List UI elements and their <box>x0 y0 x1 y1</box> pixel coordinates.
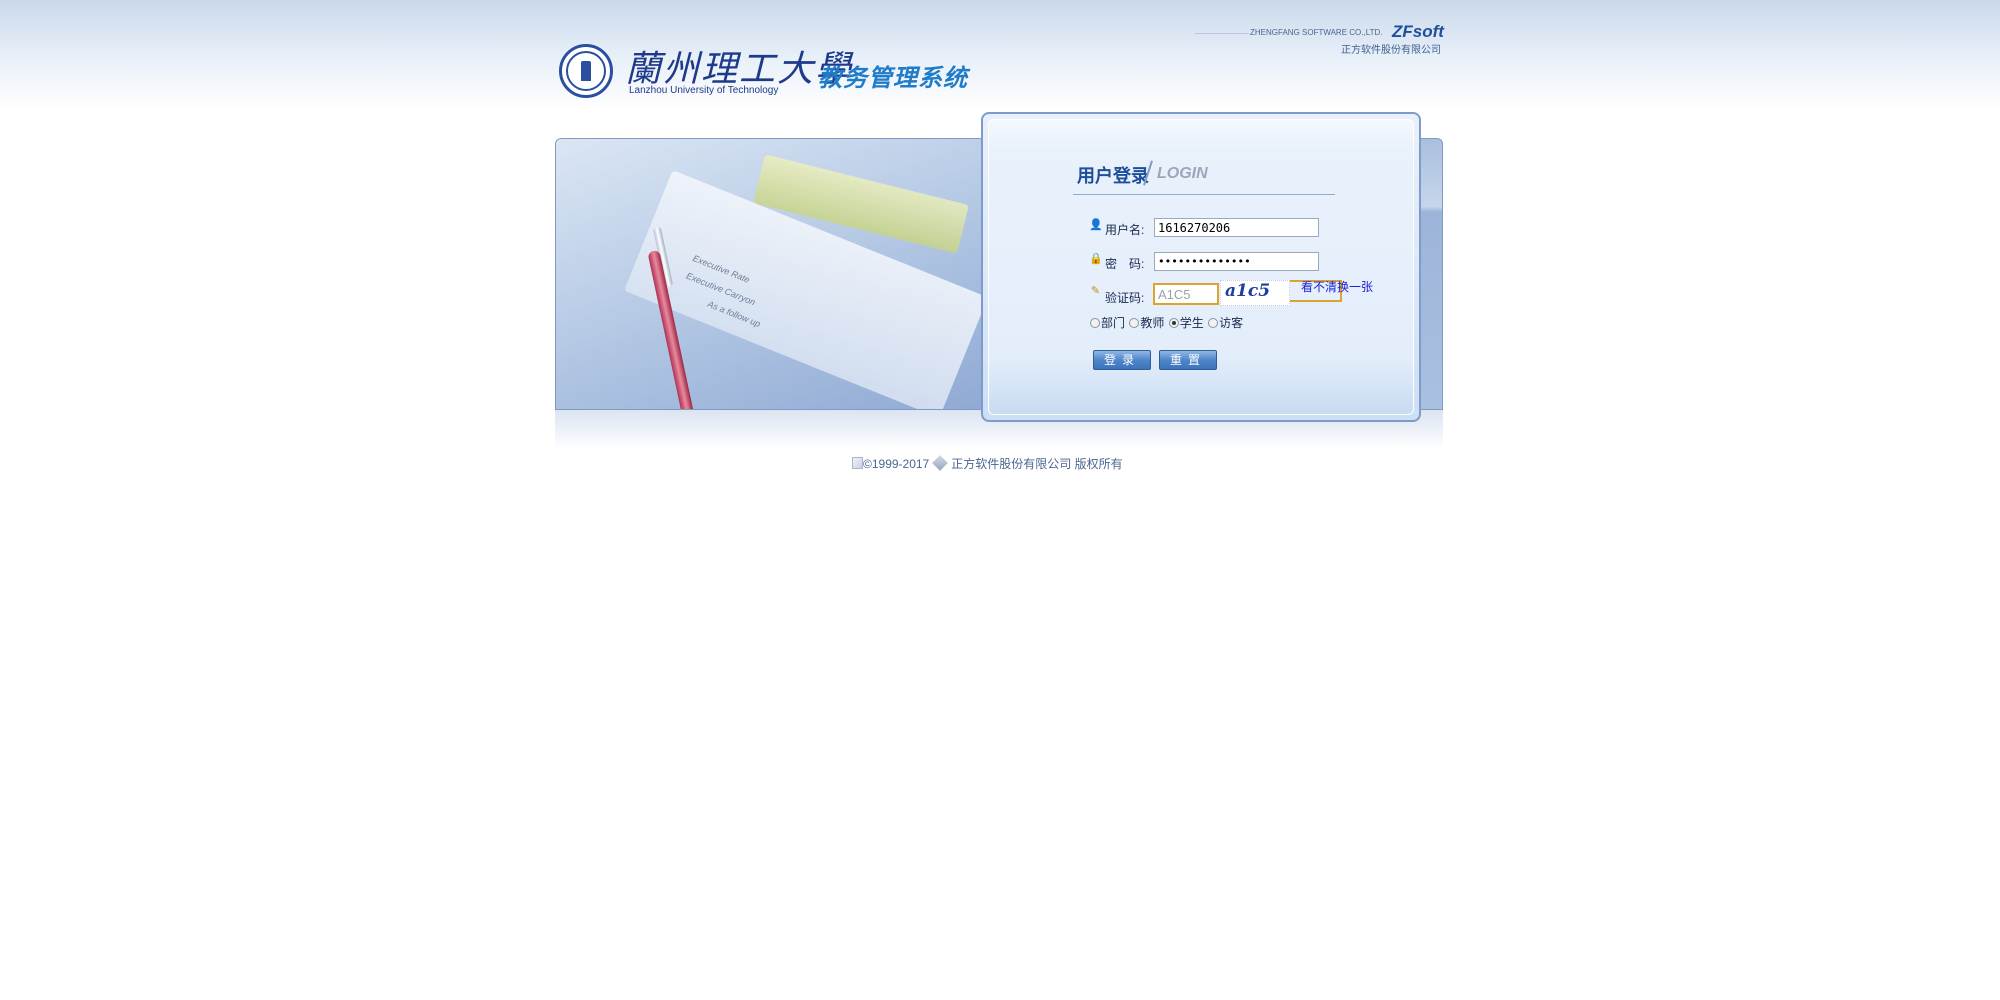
role-label: 部门 <box>1101 316 1126 330</box>
vendor-name-en: ZHENGFANG SOFTWARE CO.,LTD. <box>1250 28 1383 37</box>
radio-button[interactable] <box>1208 318 1219 328</box>
university-seal-logo <box>559 44 613 98</box>
login-panel-inner: 用户登录 LOGIN 👤 用户名: 1616270206 🔒 密 码: ••••… <box>988 119 1414 415</box>
vendor-divider <box>1195 33 1249 34</box>
zfsoft-cube-icon <box>932 455 949 471</box>
password-input[interactable]: •••••••••••••• <box>1154 252 1319 271</box>
role-label: 访客 <box>1219 316 1244 330</box>
radio-button[interactable] <box>1090 318 1100 328</box>
role-radio-student[interactable]: 学生 <box>1168 314 1204 331</box>
login-button[interactable]: 登录 <box>1093 350 1151 370</box>
title-underline <box>1073 194 1335 195</box>
pencil-icon: ✎ <box>1090 285 1101 297</box>
refresh-captcha-link[interactable]: 看不清换一张 <box>1301 278 1373 295</box>
captcha-image[interactable]: a1c5 <box>1220 280 1290 306</box>
username-input[interactable]: 1616270206 <box>1154 218 1319 237</box>
username-label: 用户名: <box>1105 223 1145 237</box>
role-label: 学生 <box>1179 316 1204 330</box>
login-title: 用户登录 <box>1077 166 1149 186</box>
password-label: 密 码: <box>1105 257 1145 271</box>
lock-icon: 🔒 <box>1089 253 1103 265</box>
captcha-label: 验证码: <box>1105 291 1145 305</box>
login-panel: 用户登录 LOGIN 👤 用户名: 1616270206 🔒 密 码: ••••… <box>981 112 1421 422</box>
vendor-logo: ZFsoft <box>1392 22 1444 41</box>
footer: ©1999-2017 正方软件股份有限公司 版权所有 <box>852 455 1123 472</box>
radio-button[interactable] <box>1129 318 1140 328</box>
role-radio-teacher[interactable]: 教师 <box>1129 314 1164 331</box>
footer-company: 正方软件股份有限公司 版权所有 <box>951 457 1123 471</box>
university-name-en: Lanzhou University of Technology <box>629 85 779 96</box>
login-title-en: LOGIN <box>1157 165 1208 182</box>
header-background <box>0 0 2000 110</box>
user-icon: 👤 <box>1089 219 1103 231</box>
radio-button-selected[interactable] <box>1168 318 1179 328</box>
role-radio-visitor[interactable]: 访客 <box>1208 314 1243 331</box>
reset-button[interactable]: 重置 <box>1159 350 1217 370</box>
system-title: 教务管理系统 <box>818 65 968 92</box>
vendor-name-cn: 正方软件股份有限公司 <box>1341 45 1441 56</box>
role-radio-group: 部门 教师 学生 访客 <box>1090 314 1244 331</box>
captcha-input[interactable]: A1C5 <box>1153 283 1219 305</box>
banner-photo: Executive Rate Executive Carryon As a fo… <box>556 139 996 409</box>
role-radio-department[interactable]: 部门 <box>1090 314 1125 331</box>
role-label: 教师 <box>1140 316 1165 330</box>
copyright-text: ©1999-2017 <box>863 457 930 471</box>
broken-image-icon <box>852 457 863 469</box>
